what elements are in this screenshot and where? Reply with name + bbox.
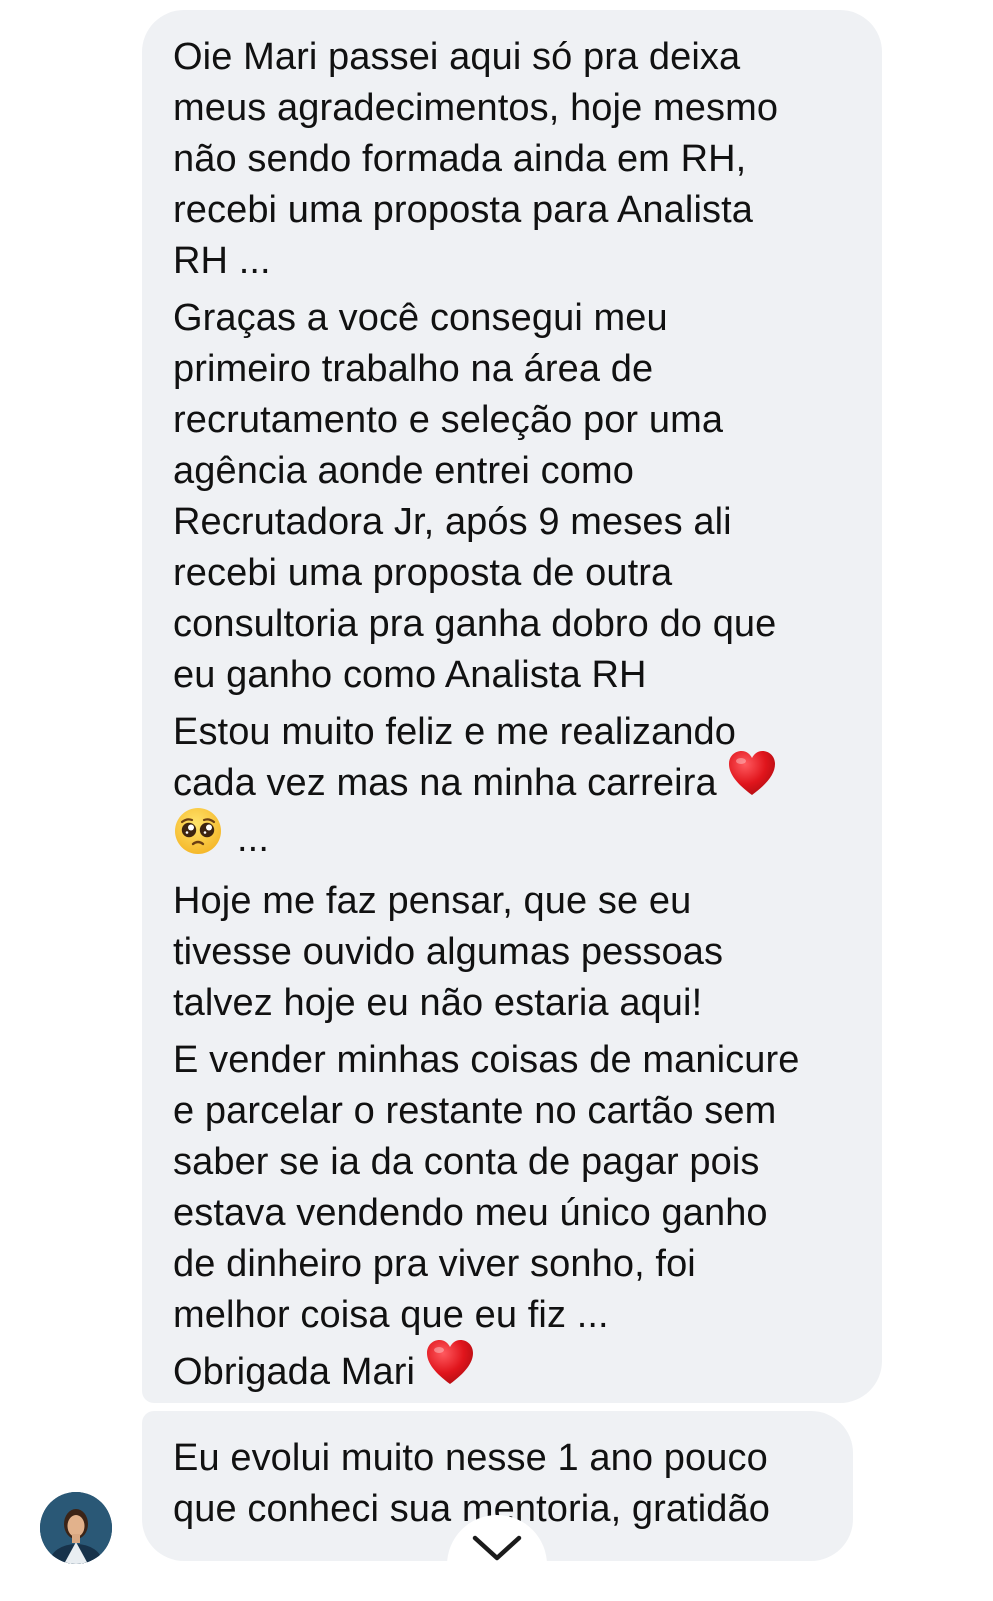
- message-paragraph: ...: [173, 808, 858, 870]
- heart-emoji: [727, 750, 777, 812]
- avatar[interactable]: [40, 1492, 112, 1564]
- message-paragraph: Oie Mari passei aqui só pra deixa meus a…: [173, 36, 779, 282]
- message-paragraph: E vender minhas coisas de manicure e par…: [173, 1039, 800, 1336]
- message-paragraph: Graças a você consegui meu primeiro trab…: [173, 297, 777, 696]
- message-text: Obrigada Mari: [173, 1351, 416, 1394]
- message-paragraph: Obrigada Mari: [173, 1340, 858, 1401]
- message-text: ...: [237, 818, 269, 861]
- chevron-down-icon: [471, 1533, 523, 1568]
- message-paragraph: Hoje me faz pensar, que se eu tivesse ou…: [173, 880, 724, 1024]
- heart-emoji: [425, 1339, 475, 1401]
- message-text: Estou muito feliz e me realizando cada v…: [173, 711, 737, 805]
- pleading-face-emoji: [173, 806, 223, 870]
- message-bubble-received[interactable]: Oie Mari passei aqui só pra deixa meus a…: [142, 10, 882, 1403]
- message-paragraph: Estou muito feliz e me realizando cada v…: [173, 707, 858, 812]
- avatar-photo: [40, 1492, 112, 1564]
